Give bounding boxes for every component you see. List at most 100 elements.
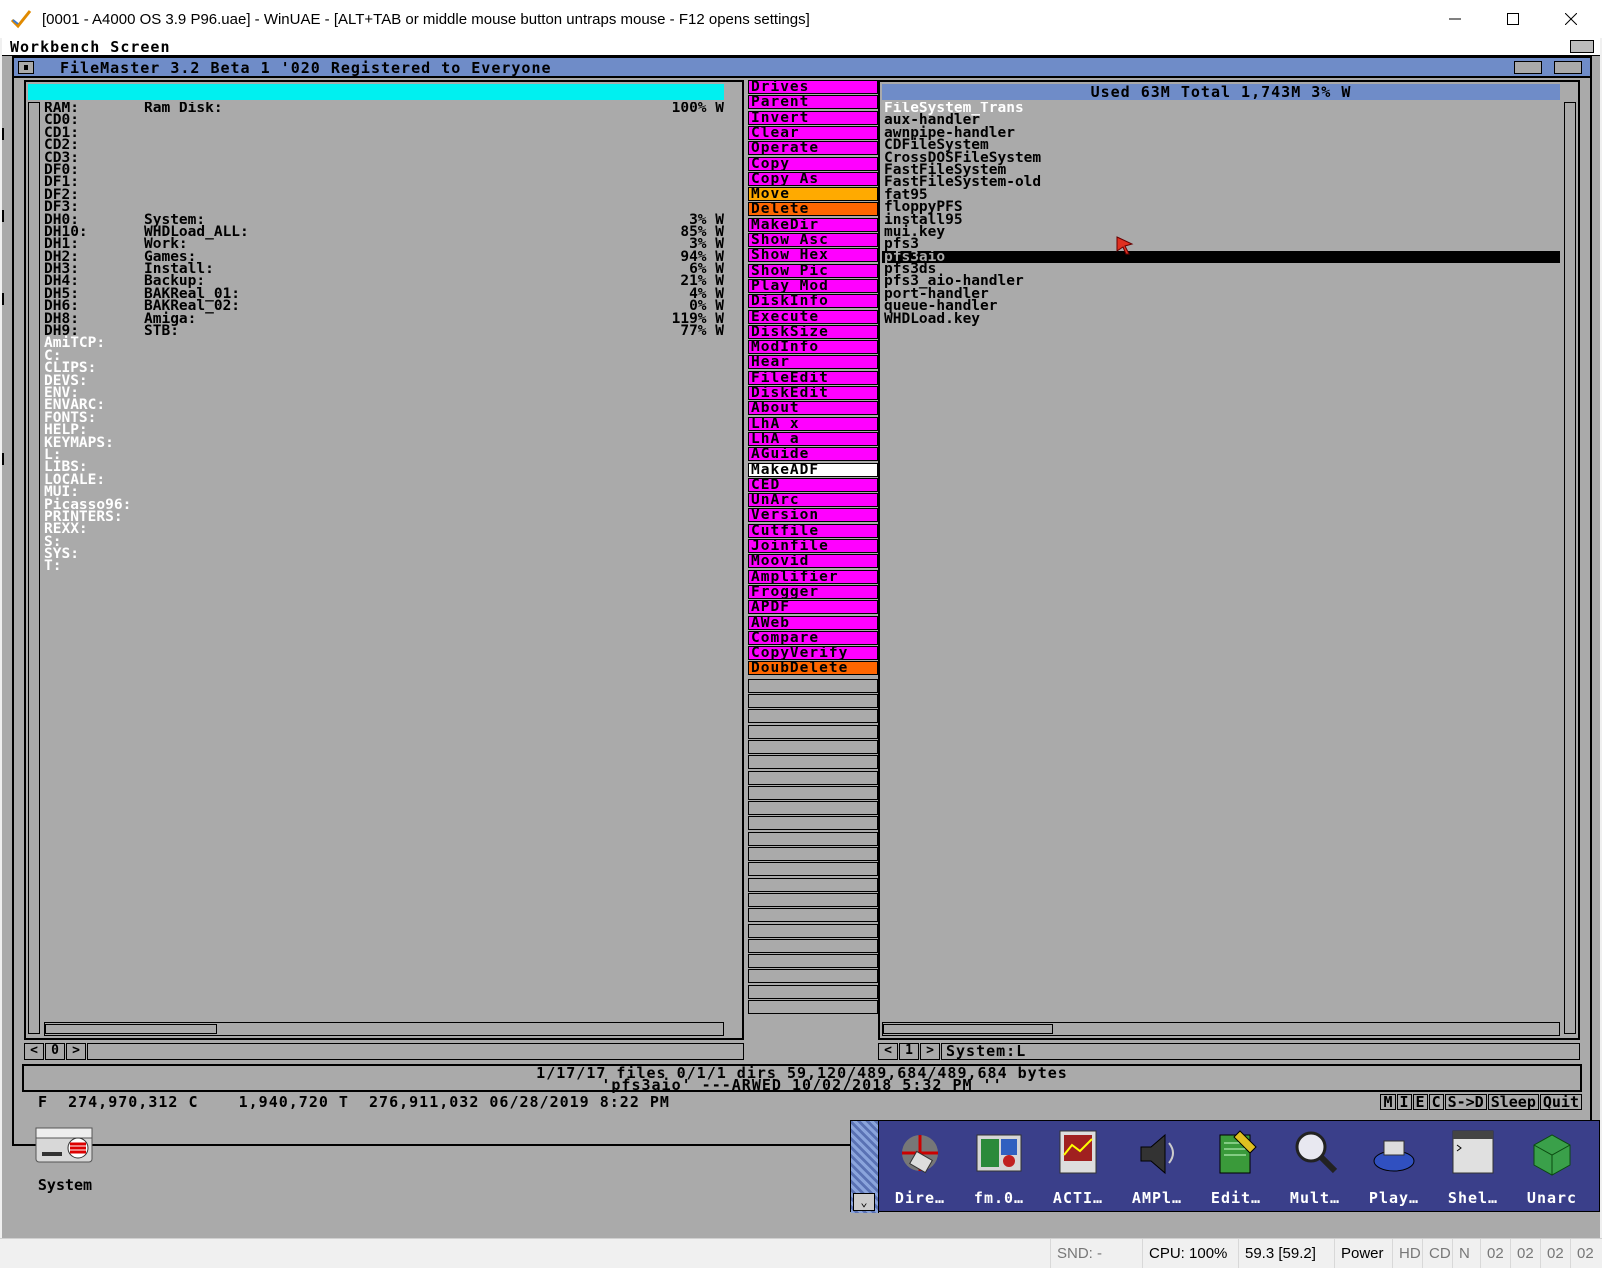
device-row[interactable]: CD0:	[44, 113, 724, 128]
file-row[interactable]: install95	[882, 212, 1560, 227]
assign-row[interactable]: AmiTCP:	[44, 336, 724, 351]
device-list[interactable]: RAM: Ram Disk: 100% W CD0: CD1: CD2: CD3: DF0: D…	[44, 102, 724, 1018]
diskinfo-button[interactable]: DiskInfo	[748, 294, 878, 309]
right-path-field[interactable]: System:L	[941, 1042, 1580, 1060]
assign-row[interactable]: CLIPS:	[44, 361, 724, 376]
hear-button[interactable]: Hear	[748, 355, 878, 370]
version-button[interactable]: Version	[748, 508, 878, 523]
about-button[interactable]: About	[748, 401, 878, 416]
scroll-knob[interactable]	[45, 1024, 217, 1034]
assign-row[interactable]: LIBS:	[44, 460, 724, 475]
assign-row[interactable]: T:	[44, 559, 724, 574]
clear-button[interactable]: Clear	[748, 125, 878, 140]
screen-depth-gadget[interactable]	[1570, 40, 1594, 53]
copyverify-button[interactable]: CopyVerify	[748, 646, 878, 661]
unarc-button[interactable]: UnArc	[748, 493, 878, 508]
right-panel-horizontal-scrollbar[interactable]	[882, 1022, 1560, 1036]
sleep-button[interactable]: Sleep	[1487, 1094, 1539, 1110]
empty-button-slot[interactable]	[748, 724, 878, 739]
dock-item[interactable]: Edit…	[1199, 1125, 1273, 1209]
minimize-button[interactable]	[1426, 0, 1484, 38]
aweb-button[interactable]: AWeb	[748, 615, 878, 630]
moovid-button[interactable]: Moovid	[748, 554, 878, 569]
dock-item[interactable]: Dire…	[883, 1125, 957, 1209]
left-next-button[interactable]: >	[66, 1042, 86, 1060]
assign-row[interactable]: LOCALE:	[44, 472, 724, 487]
left-panel-vertical-scrollbar[interactable]	[28, 102, 40, 1034]
right-prev-button[interactable]: <	[878, 1042, 898, 1060]
file-row[interactable]: FileSystem_Trans	[882, 102, 1560, 115]
amplifier-button[interactable]: Amplifier	[748, 569, 878, 584]
operate-button[interactable]: Operate	[748, 141, 878, 156]
device-row[interactable]: RAM: Ram Disk: 100% W	[44, 102, 724, 115]
file-row[interactable]: WHDLoad.key	[882, 311, 1560, 326]
empty-button-slot[interactable]	[748, 694, 878, 708]
assign-row[interactable]: KEYMAPS:	[44, 435, 724, 450]
assign-row[interactable]: L:	[44, 448, 724, 463]
empty-button-slot[interactable]	[748, 908, 878, 923]
assign-row[interactable]: MUI:	[44, 485, 724, 500]
system-disk-icon[interactable]: System	[20, 1118, 110, 1198]
file-list[interactable]: FileSystem_Trans aux-handler awnpipe-handl…	[882, 102, 1560, 1018]
aguide-button[interactable]: AGuide	[748, 447, 878, 462]
device-row[interactable]: DF1:	[44, 175, 724, 190]
modinfo-button[interactable]: ModInfo	[748, 340, 878, 355]
empty-button-slot[interactable]	[748, 892, 878, 907]
dock-item[interactable]: AMPl…	[1120, 1125, 1194, 1209]
apdf-button[interactable]: APDF	[748, 600, 878, 615]
execute-button[interactable]: Execute	[748, 309, 878, 324]
assign-row[interactable]: DEVS:	[44, 373, 724, 388]
play-mod-button[interactable]: Play Mod	[748, 278, 878, 293]
assign-row[interactable]: C:	[44, 349, 724, 364]
left-path-field[interactable]	[87, 1042, 744, 1060]
compare-button[interactable]: Compare	[748, 630, 878, 645]
empty-button-slot[interactable]	[748, 678, 878, 693]
empty-button-slot[interactable]	[748, 847, 878, 861]
c-button[interactable]: C	[1428, 1094, 1444, 1110]
joinfile-button[interactable]: Joinfile	[748, 539, 878, 553]
empty-button-slot[interactable]	[748, 739, 878, 754]
e-button[interactable]: E	[1412, 1094, 1428, 1110]
empty-button-slot[interactable]	[748, 877, 878, 892]
filemaster-titlebar[interactable]: FileMaster 3.2 Beta 1 '020 Registered to…	[14, 58, 1590, 78]
empty-button-slot[interactable]	[748, 938, 878, 953]
empty-button-slot[interactable]	[748, 770, 878, 785]
frogger-button[interactable]: Frogger	[748, 584, 878, 599]
invert-button[interactable]: Invert	[748, 110, 878, 125]
maximize-button[interactable]	[1484, 0, 1542, 38]
ced-button[interactable]: CED	[748, 477, 878, 492]
assign-row[interactable]: FONTS:	[44, 411, 724, 426]
assign-row[interactable]: Picasso96:	[44, 497, 724, 512]
zoom-gadget[interactable]	[1514, 61, 1542, 74]
left-prev-button[interactable]: <	[24, 1042, 44, 1060]
cutfile-button[interactable]: Cutfile	[748, 523, 878, 538]
file-row[interactable]: queue-handler	[882, 299, 1560, 314]
copy-as-button[interactable]: Copy As	[748, 171, 878, 186]
device-row[interactable]: DH9: STB: 77% W	[44, 324, 724, 339]
quit-button[interactable]: Quit	[1539, 1094, 1582, 1110]
diskedit-button[interactable]: DiskEdit	[748, 386, 878, 400]
close-button[interactable]	[1542, 0, 1600, 38]
empty-button-slot[interactable]	[748, 862, 878, 877]
parent-button[interactable]: Parent	[748, 95, 878, 110]
empty-button-slot[interactable]	[748, 801, 878, 816]
assign-row[interactable]: S:	[44, 534, 724, 549]
dock-item[interactable]: ACTI…	[1041, 1125, 1115, 1209]
right-next-button[interactable]: >	[920, 1042, 940, 1060]
move-button[interactable]: Move	[748, 187, 878, 202]
device-row[interactable]: CD1:	[44, 126, 724, 141]
makedir-button[interactable]: MakeDir	[748, 217, 878, 232]
workbench-screen-bar[interactable]: Workbench Screen	[2, 38, 1600, 56]
scroll-knob[interactable]	[883, 1024, 1053, 1034]
empty-button-slot[interactable]	[748, 1000, 878, 1014]
dock-drag-handle[interactable]: ⌄	[851, 1121, 879, 1213]
empty-button-slot[interactable]	[748, 969, 878, 984]
doubdelete-button[interactable]: DoubDelete	[748, 661, 878, 676]
file-row[interactable]: floppyPFS	[882, 200, 1560, 215]
assign-row[interactable]: PRINTERS:	[44, 510, 724, 525]
show-asc-button[interactable]: Show Asc	[748, 233, 878, 247]
left-panel-horizontal-scrollbar[interactable]	[44, 1022, 724, 1036]
show-pic-button[interactable]: Show Pic	[748, 263, 878, 278]
lha-a-button[interactable]: LhA a	[748, 431, 878, 446]
disksize-button[interactable]: DiskSize	[748, 324, 878, 339]
